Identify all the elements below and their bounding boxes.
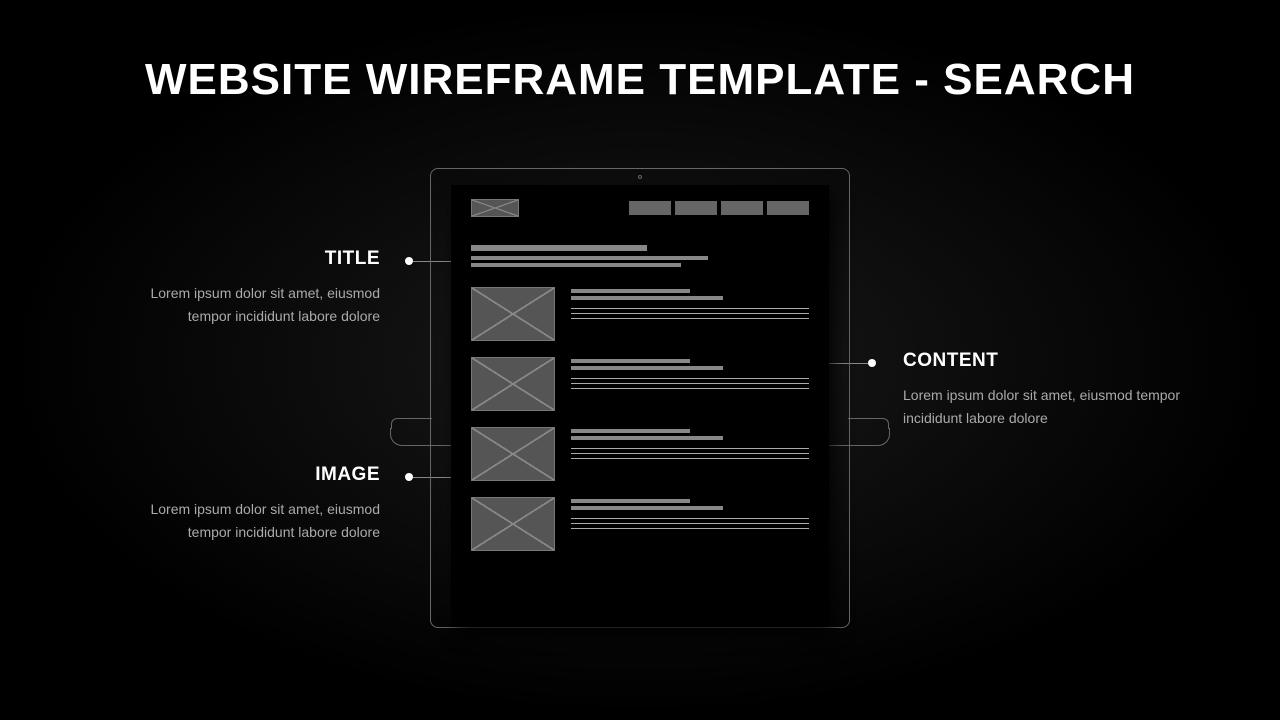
search-result xyxy=(471,427,809,481)
annotation-image-body: Lorem ipsum dolor sit amet, eiusmod temp… xyxy=(120,498,380,543)
wireframe-page xyxy=(451,185,829,627)
annotation-content-body: Lorem ipsum dolor sit amet, eiusmod temp… xyxy=(903,384,1183,429)
text-line xyxy=(571,289,690,293)
laptop-screen xyxy=(430,168,850,628)
image-placeholder-icon xyxy=(471,497,555,551)
wireframe-header xyxy=(471,199,809,217)
camera-dot xyxy=(638,175,642,179)
search-result xyxy=(471,287,809,341)
text-line xyxy=(571,378,809,379)
search-result xyxy=(471,497,809,551)
annotation-title: TITLE Lorem ipsum dolor sit amet, eiusmo… xyxy=(120,244,380,327)
text-line xyxy=(571,359,690,363)
annotation-content: CONTENT Lorem ipsum dolor sit amet, eius… xyxy=(903,346,1183,429)
text-line xyxy=(571,518,809,519)
text-line xyxy=(571,429,690,433)
result-text xyxy=(571,287,809,341)
text-line xyxy=(571,388,809,389)
result-text xyxy=(571,497,809,551)
subtitle-line xyxy=(471,263,681,267)
text-line xyxy=(571,383,809,384)
text-line xyxy=(571,458,809,459)
annotation-image: IMAGE Lorem ipsum dolor sit amet, eiusmo… xyxy=(120,460,380,543)
text-line xyxy=(571,453,809,454)
image-placeholder-icon xyxy=(471,427,555,481)
result-text xyxy=(571,357,809,411)
page-title: WEBSITE WIREFRAME TEMPLATE - SEARCH xyxy=(0,55,1280,105)
text-line xyxy=(571,308,809,309)
text-line xyxy=(571,296,723,300)
annotation-image-heading: IMAGE xyxy=(120,460,380,490)
laptop-frame xyxy=(430,168,850,628)
search-result xyxy=(471,357,809,411)
wireframe-nav xyxy=(629,201,809,215)
text-line xyxy=(571,436,723,440)
annotation-title-heading: TITLE xyxy=(120,244,380,274)
nav-item xyxy=(721,201,763,215)
nav-item xyxy=(675,201,717,215)
image-placeholder-icon xyxy=(471,357,555,411)
annotation-content-heading: CONTENT xyxy=(903,346,1183,376)
logo-placeholder-icon xyxy=(471,199,519,217)
image-placeholder-icon xyxy=(471,287,555,341)
text-line xyxy=(571,506,723,510)
subtitle-line xyxy=(471,256,708,260)
text-line xyxy=(571,499,690,503)
result-text xyxy=(571,427,809,481)
text-line xyxy=(571,448,809,449)
wireframe-title-block xyxy=(471,245,809,267)
annotation-title-body: Lorem ipsum dolor sit amet, eiusmod temp… xyxy=(120,282,380,327)
title-line xyxy=(471,245,647,251)
text-line xyxy=(571,318,809,319)
text-line xyxy=(571,313,809,314)
text-line xyxy=(571,528,809,529)
text-line xyxy=(571,523,809,524)
nav-item xyxy=(629,201,671,215)
nav-item xyxy=(767,201,809,215)
text-line xyxy=(571,366,723,370)
